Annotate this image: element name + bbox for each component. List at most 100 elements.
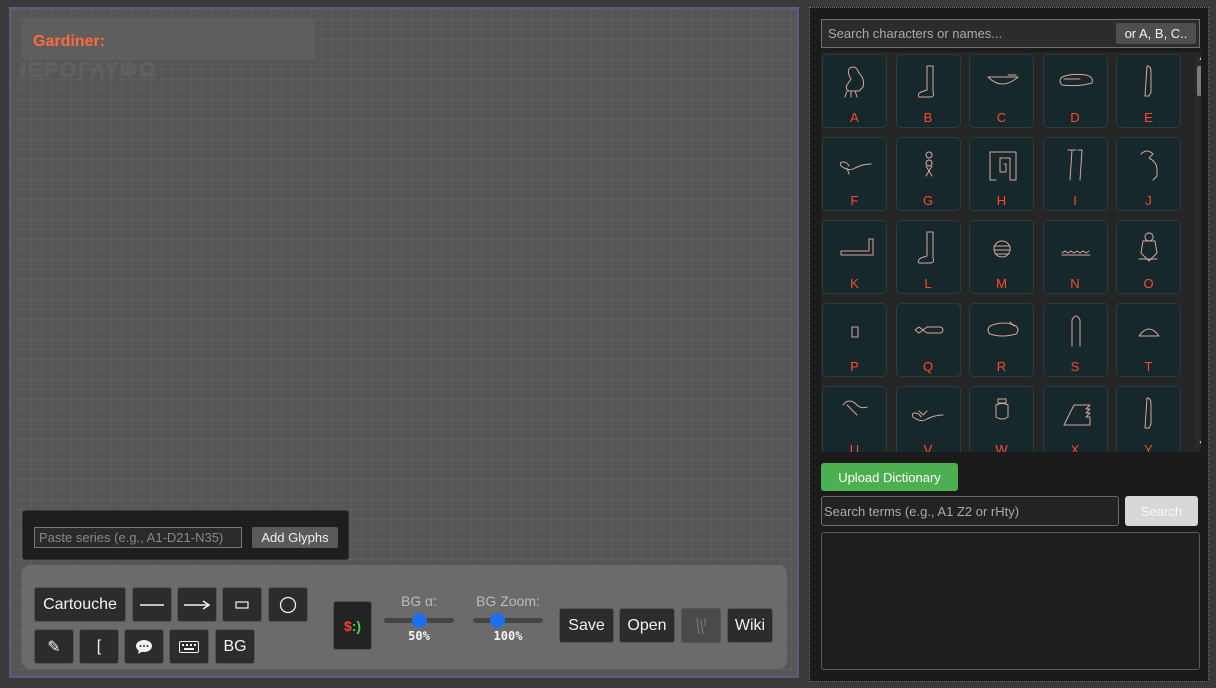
cartouche-button[interactable]: Cartouche [34, 587, 126, 622]
bracket-button[interactable]: [ [79, 629, 119, 664]
glyph-j-icon [1140, 150, 1158, 181]
glyph-d-icon [1059, 73, 1093, 87]
gardiner-label: Gardiner: [33, 33, 106, 50]
dictionary-search-button[interactable]: Search [1125, 496, 1198, 526]
glyph-panel: or A, B, C.. A B C D E F G H I J K L M N O P Q R S T U V W X Y ▲… [809, 7, 1209, 682]
face-smile: :) [351, 617, 362, 634]
dictionary-results-area [821, 532, 1200, 670]
glyph-cell-b[interactable]: B [895, 54, 961, 128]
glyph-grid-scrollbar[interactable]: ▲ ▼ [1195, 54, 1201, 448]
glyph-cell-m[interactable]: M [969, 220, 1034, 294]
drawing-canvas[interactable]: Gardiner: ΙΕΡΟΓΛΥΦΩ Add Glyphs Cartouche [9, 7, 799, 678]
glyph-cell-a[interactable]: A [822, 54, 887, 128]
glyph-cell-r[interactable]: R [969, 303, 1034, 377]
circle-button[interactable] [268, 587, 308, 622]
bg-alpha-slider[interactable] [384, 613, 454, 628]
glyph-cell-l[interactable]: L [895, 220, 961, 294]
arrow-button[interactable] [177, 587, 217, 622]
bg-zoom-control: BG Zoom: 100% [471, 593, 545, 643]
open-button[interactable]: Open [619, 608, 675, 643]
glyph-k-icon [840, 238, 874, 256]
speech-bubble-button[interactable] [124, 629, 164, 664]
glyph-letter: N [1070, 276, 1080, 291]
glyph-grid-container: A B C D E F G H I J K L M N O P Q R S T U V W X Y ▲ ▼ [821, 52, 1201, 452]
glyph-letter: Q [922, 359, 934, 374]
glyph-cell-c[interactable]: C [969, 54, 1034, 128]
bg-button[interactable]: BG [215, 629, 255, 664]
app-root: Gardiner: ΙΕΡΟΓΛΥΦΩ Add Glyphs Cartouche [0, 0, 1216, 688]
glyph-b-icon [917, 65, 934, 98]
glyph-cell-i[interactable]: I [1042, 137, 1108, 211]
glyph-cell-q[interactable]: Q [895, 303, 961, 377]
face-button[interactable]: $:) [333, 601, 372, 650]
glyph-letter: S [1070, 359, 1080, 374]
glyph-letter: D [1070, 110, 1080, 125]
glyph-cell-u[interactable]: U [822, 386, 887, 452]
glyph-letter: K [850, 276, 859, 291]
glyph-cell-g[interactable]: G [895, 137, 961, 211]
glyph-m-icon [993, 240, 1011, 258]
bg-zoom-slider[interactable] [473, 613, 543, 628]
glyph-letter: J [1145, 193, 1152, 208]
glyph-u-icon [842, 400, 868, 416]
pencil-icon: ✎ [47, 638, 61, 656]
character-search-input[interactable] [822, 20, 1112, 47]
glyph-letter: Y [1144, 442, 1153, 452]
glyph-letter: H [996, 193, 1007, 208]
glyph-l-icon [917, 231, 934, 264]
gardiner-panel: Gardiner: [22, 18, 315, 59]
bg-alpha-value: 50% [408, 629, 430, 643]
glyph-cell-v[interactable]: V [895, 386, 961, 452]
glyph-cell-n[interactable]: N [1042, 220, 1108, 294]
bg-zoom-label: BG Zoom: [476, 593, 540, 609]
glyph-f-icon [839, 161, 872, 175]
glyph-cell-s[interactable]: S [1042, 303, 1108, 377]
add-glyphs-button[interactable]: Add Glyphs [252, 527, 338, 548]
upload-dictionary-button[interactable]: Upload Dictionary [821, 463, 958, 491]
glyph-a-icon [844, 66, 864, 98]
glyph-cell-h[interactable]: H [969, 137, 1034, 211]
glyph-letter: E [1144, 110, 1153, 125]
rectangle-button[interactable] [222, 587, 262, 622]
glyph-cell-e[interactable]: E [1116, 54, 1181, 128]
character-search: or A, B, C.. [821, 19, 1200, 48]
line-icon [140, 603, 164, 606]
glyph-cell-y[interactable]: Y [1116, 386, 1181, 452]
glyph-g-icon [925, 151, 933, 177]
glyph-tool-button[interactable] [681, 608, 721, 643]
glyph-cell-x[interactable]: X [1042, 386, 1108, 452]
glyph-letter: R [996, 359, 1007, 374]
glyph-cell-p[interactable]: P [822, 303, 887, 377]
glyph-cell-k[interactable]: K [822, 220, 887, 294]
alphabet-button[interactable]: or A, B, C.. [1116, 23, 1196, 44]
scroll-down-arrow-icon[interactable]: ▼ [1198, 440, 1201, 447]
glyph-r-icon [987, 321, 1019, 337]
wiki-button[interactable]: Wiki [727, 608, 773, 643]
scroll-up-arrow-icon[interactable]: ▲ [1198, 55, 1201, 62]
pencil-button[interactable]: ✎ [34, 629, 74, 664]
bg-alpha-control: BG α: 50% [382, 593, 456, 643]
glyph-letter: X [1070, 442, 1080, 452]
greek-title: ΙΕΡΟΓΛΥΦΩ [20, 59, 158, 82]
line-button[interactable] [132, 587, 172, 622]
keyboard-button[interactable] [169, 629, 209, 664]
keyboard-icon [179, 640, 199, 653]
paste-series-input[interactable] [34, 527, 242, 548]
glyph-cell-d[interactable]: D [1042, 54, 1108, 128]
glyph-q-icon [914, 326, 943, 334]
glyph-letter: U [849, 442, 860, 452]
glyph-cell-j[interactable]: J [1116, 137, 1181, 211]
save-button[interactable]: Save [559, 608, 614, 643]
bg-alpha-knob[interactable] [411, 613, 427, 628]
bg-zoom-value: 100% [493, 629, 523, 643]
face-dollar: $ [343, 617, 352, 634]
scroll-thumb[interactable] [1197, 66, 1201, 96]
glyph-letter: G [922, 193, 934, 208]
dictionary-search-input[interactable] [821, 496, 1119, 526]
glyph-cell-w[interactable]: W [969, 386, 1034, 452]
glyph-cell-f[interactable]: F [822, 137, 887, 211]
glyph-cell-t[interactable]: T [1116, 303, 1181, 377]
glyph-cell-o[interactable]: O [1116, 220, 1181, 294]
bg-zoom-knob[interactable] [490, 613, 505, 628]
glyph-letter: C [996, 110, 1007, 125]
